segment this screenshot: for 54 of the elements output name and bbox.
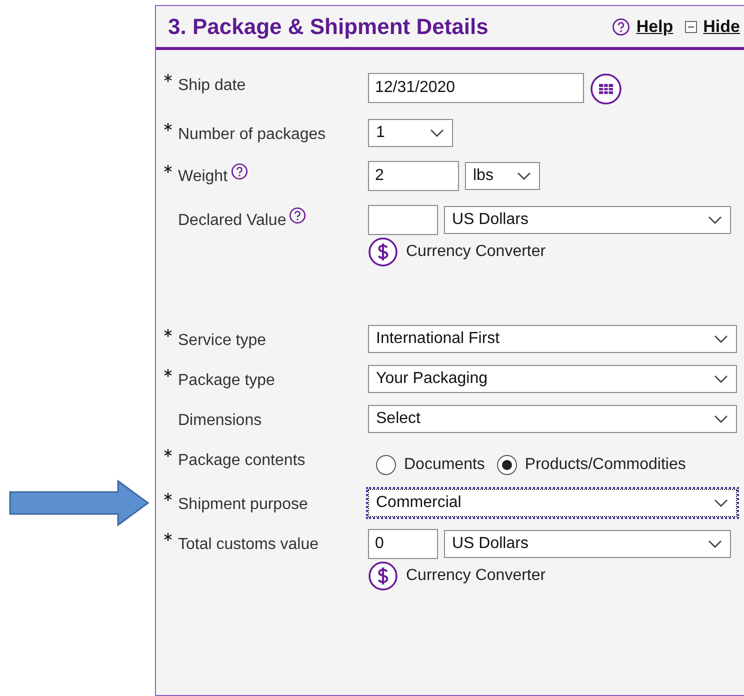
chevron-icon xyxy=(708,540,722,548)
header-link[interactable]: Help xyxy=(636,14,674,40)
help-icon[interactable] xyxy=(612,18,630,36)
dropdown-select[interactable]: Your Packaging xyxy=(368,365,737,393)
dropdown-select[interactable]: Select xyxy=(368,405,737,433)
field-label: Total customs value xyxy=(178,535,319,555)
chevron-icon xyxy=(714,498,728,508)
chevron-icon xyxy=(714,414,728,424)
dropdown-select[interactable]: US Dollars xyxy=(444,206,731,234)
radio-button[interactable] xyxy=(376,455,396,475)
help-icon[interactable] xyxy=(289,207,306,224)
calendar-icon[interactable] xyxy=(590,73,622,105)
chevron-icon xyxy=(517,172,531,180)
required-icon xyxy=(164,329,172,337)
field-label: Weight xyxy=(178,167,228,187)
currency-converter-link[interactable]: Currency Converter xyxy=(406,564,546,588)
required-icon xyxy=(164,493,172,501)
required-icon xyxy=(164,533,172,541)
radio-label: Documents xyxy=(404,455,485,475)
radio-button[interactable] xyxy=(496,455,517,475)
required-icon xyxy=(164,165,172,173)
dropdown-select[interactable]: lbs xyxy=(465,162,540,190)
currency-converter-link[interactable]: Currency Converter xyxy=(406,240,546,264)
help-icon[interactable] xyxy=(230,163,248,180)
text-input[interactable]: 12/31/2020 xyxy=(368,72,584,102)
text-input[interactable]: 2 xyxy=(368,161,459,191)
field-label: Ship date xyxy=(178,76,246,96)
required-icon xyxy=(164,369,172,377)
text-input[interactable] xyxy=(368,205,438,235)
dollar-icon[interactable] xyxy=(368,561,398,591)
header-link[interactable]: Hide xyxy=(703,14,740,40)
field-label: Dimensions xyxy=(178,411,262,431)
field-label: Declared Value xyxy=(178,211,286,231)
panel-title: 3. Package & Shipment Details xyxy=(168,13,488,41)
field-label: Service type xyxy=(178,331,266,351)
field-label: Package contents xyxy=(178,451,306,471)
dropdown-select[interactable]: Commercial xyxy=(368,489,737,517)
field-label: Shipment purpose xyxy=(178,495,308,515)
chevron-icon xyxy=(708,216,722,224)
field-label: Number of packages xyxy=(178,125,326,145)
dropdown-select[interactable]: 1 xyxy=(368,119,453,147)
chevron-icon xyxy=(430,128,444,138)
required-icon xyxy=(164,74,172,82)
dollar-icon[interactable] xyxy=(368,237,398,267)
required-icon xyxy=(164,449,172,457)
required-icon xyxy=(164,123,172,131)
text-input[interactable]: 0 xyxy=(368,529,438,559)
dropdown-select[interactable]: US Dollars xyxy=(444,530,731,558)
chevron-icon xyxy=(714,334,728,344)
radio-label: Products/Commodities xyxy=(524,455,686,475)
field-label: Package type xyxy=(178,371,275,391)
dropdown-select[interactable]: International First xyxy=(368,325,737,353)
chevron-icon xyxy=(714,374,728,384)
collapse-icon[interactable] xyxy=(685,20,698,32)
